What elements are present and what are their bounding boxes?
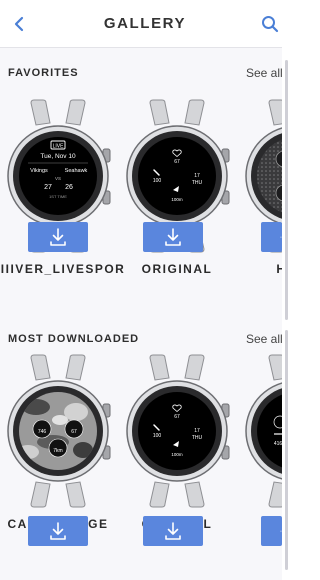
watch-preview-camouflage: 746 67 7km	[7, 354, 111, 508]
favorites-section-title: FAVORITES	[8, 67, 79, 79]
face-steps: 100	[153, 433, 162, 439]
face-vs: VS	[55, 176, 61, 181]
watchface-card-original[interactable]: 67 100 17 THU 100m ORIGINAL	[115, 97, 239, 287]
carousel-scrollbar-favorites[interactable]	[285, 60, 288, 320]
face-distance: 100m	[171, 452, 183, 457]
page-title: GALLERY	[103, 15, 187, 32]
face-left-value: 746	[38, 429, 47, 435]
face-team-away: Seahawk	[65, 168, 88, 174]
face-heart-rate: 67	[174, 414, 180, 420]
watch-preview-original: 67 100 17 THU 100m	[126, 354, 230, 508]
gallery-screen: GALLERY FAVORITES See all LIVE Tue, Nov …	[0, 0, 290, 580]
face-score-home: 27	[44, 184, 52, 191]
most-downloaded-see-all-link[interactable]: See all	[246, 332, 283, 346]
top-bar: GALLERY	[0, 0, 290, 48]
watchface-name: HEXA	[224, 262, 290, 276]
download-button-original[interactable]	[143, 222, 203, 252]
download-icon	[50, 522, 66, 540]
favorites-see-all-link[interactable]: See all	[246, 66, 283, 80]
face-badge: LIVE	[53, 144, 65, 150]
download-button-hexa[interactable]	[261, 222, 282, 252]
face-day: THU	[192, 435, 203, 441]
carousel-scrollbar-most-downloaded[interactable]	[285, 330, 288, 570]
watchface-card-original-2[interactable]: 67 100 17 THU 100m ORIGINAL	[115, 352, 239, 542]
face-temp: 17	[194, 173, 200, 179]
face-temp: 17	[194, 428, 200, 434]
most-downloaded-section-title: MOST DOWNLOADED	[8, 333, 140, 345]
face-heart-rate: 67	[174, 159, 180, 165]
face-footer: 1ST TIME	[49, 194, 67, 199]
face-bottom-value: 7km	[53, 448, 62, 454]
face-day: THU	[192, 180, 203, 186]
watchface-card-riiiver-livesport[interactable]: LIVE Tue, Nov 10 Vikings Seahawk VS 27 2…	[0, 97, 124, 287]
face-right-value: 67	[71, 429, 77, 435]
download-icon	[50, 228, 66, 246]
download-button-riiiver-livesport[interactable]	[28, 222, 88, 252]
download-button-original-2[interactable]	[143, 516, 203, 546]
face-score-away: 26	[65, 184, 73, 191]
search-button[interactable]	[257, 11, 283, 37]
download-button-sport[interactable]	[261, 516, 282, 546]
face-date: Tue, Nov 10	[40, 153, 76, 160]
face-team-home: Vikings	[30, 168, 48, 174]
download-button-camouflage[interactable]	[28, 516, 88, 546]
download-icon	[165, 522, 181, 540]
search-icon	[262, 16, 279, 33]
face-steps: 100	[153, 178, 162, 184]
watchface-card-camouflage[interactable]: 746 67 7km CAMOUFLAGE	[0, 352, 120, 542]
face-distance: 100m	[171, 197, 183, 202]
download-icon	[165, 228, 181, 246]
